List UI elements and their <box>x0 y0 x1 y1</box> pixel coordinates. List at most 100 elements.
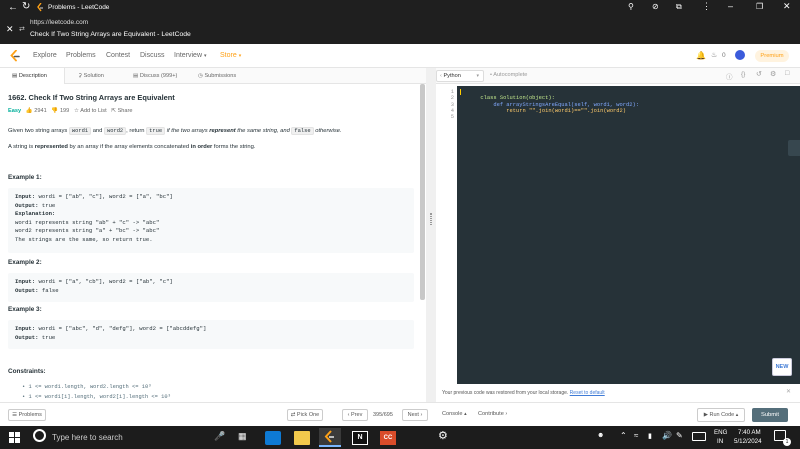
autocomplete-label: Autocomplete <box>493 72 528 78</box>
language-select[interactable]: ‹ Python ▾ <box>436 70 484 82</box>
site-settings-icon[interactable]: ⇄ <box>19 25 25 33</box>
tracking-off-icon[interactable]: ⊘ <box>652 2 659 11</box>
close-window-icon[interactable]: ✕ <box>783 1 791 12</box>
file-explorer-icon[interactable] <box>294 431 310 445</box>
desc-text: the same string, and <box>235 128 292 134</box>
example-3-block: Input: word1 = ["abc", "d", "defg"], wor… <box>8 320 414 349</box>
nav-problems[interactable]: Problems <box>66 52 96 59</box>
reload-icon[interactable]: ↻ <box>22 1 30 13</box>
thumbs-up-icon[interactable]: 👍 <box>26 108 33 114</box>
line-number: 5 <box>450 114 454 121</box>
contribute-label: Contribute <box>478 411 504 417</box>
close-tab-icon[interactable]: ✕ <box>6 24 14 35</box>
nav-store[interactable]: Store ▾ <box>220 52 241 59</box>
side-collapse-tab[interactable] <box>788 140 800 156</box>
left-scrollbar[interactable] <box>420 84 425 300</box>
windows-start-icon[interactable] <box>9 432 20 443</box>
example-1-block: Input: word1 = ["ab", "c"], word2 = ["a"… <box>8 188 414 253</box>
autocomplete-toggle[interactable]: • Autocomplete <box>490 72 527 78</box>
tab-discuss-label: Discuss (999+) <box>139 73 178 79</box>
tab-discuss[interactable]: ▤ Discuss (999+) <box>133 68 177 84</box>
thumbs-down-icon[interactable]: 👎 <box>51 108 58 114</box>
panel-splitter[interactable] <box>426 68 436 402</box>
tab-solution[interactable]: ⚳ Solution <box>78 68 104 84</box>
url-text[interactable]: https://leetcode.com <box>30 19 88 26</box>
vscode-icon[interactable] <box>265 431 281 445</box>
tray-chevron-icon[interactable]: ⌃ <box>620 431 627 440</box>
chevron-right-icon: › <box>505 411 508 417</box>
share-link[interactable]: Share <box>118 108 133 114</box>
example-line: Output: true <box>15 202 407 211</box>
problem-description-panel[interactable]: 1662. Check If Two String Arrays are Equ… <box>0 84 426 402</box>
microphone-icon[interactable]: 🎤 <box>214 431 225 442</box>
leetcode-logo-icon[interactable] <box>10 49 20 62</box>
clock-icon: ◷ <box>198 73 203 79</box>
cc-app-icon[interactable]: CC <box>380 431 396 445</box>
more-menu-icon[interactable]: ⋮ <box>702 1 711 12</box>
reset-icon[interactable]: ↺ <box>756 70 762 78</box>
console-toggle[interactable]: Console ▴ <box>442 411 467 417</box>
tab-submissions[interactable]: ◷ Submissions <box>198 68 236 84</box>
pen-icon[interactable]: ✎ <box>676 431 683 440</box>
expand-icon[interactable]: □ <box>785 70 789 77</box>
tab-description[interactable]: ▤ Description <box>0 68 65 84</box>
premium-button[interactable]: Premium <box>755 50 789 62</box>
task-view-icon[interactable]: ▦ <box>238 431 247 442</box>
language-indicator[interactable]: ENG <box>714 429 727 436</box>
extensions-icon[interactable]: ⧉ <box>676 2 682 12</box>
run-code-button[interactable]: ▶ Run Code ▴ <box>697 408 745 422</box>
browser-title-bar: ← ↻ Problems - LeetCode ⚲ ⊘ ⧉ ⋮ – ❐ ✕ <box>0 0 800 16</box>
settings-icon[interactable]: ⚙ <box>770 70 776 78</box>
fire-icon[interactable]: ♨ <box>711 51 717 59</box>
search-icon[interactable] <box>33 429 46 442</box>
close-message-icon[interactable]: ✕ <box>786 388 791 395</box>
next-button[interactable]: Next › <box>402 409 428 421</box>
keyboard-icon[interactable] <box>692 432 706 441</box>
nav-contest[interactable]: Contest <box>106 52 130 59</box>
new-badge[interactable]: NEW <box>772 358 792 376</box>
bell-icon[interactable]: 🔔 <box>696 51 706 60</box>
pick-one-button[interactable]: ⇄ Pick One <box>287 409 323 421</box>
problems-button[interactable]: ☰ Problems <box>8 409 46 421</box>
battery-icon[interactable]: ▮ <box>648 432 652 440</box>
leetcode-app-icon[interactable] <box>319 428 341 447</box>
region-indicator[interactable]: IN <box>717 438 723 445</box>
example-line: Output: true <box>15 334 407 343</box>
flask-icon: ⚳ <box>78 73 83 79</box>
run-code-label: Run Code <box>709 412 735 418</box>
prev-label: Prev <box>351 412 363 418</box>
desc-text: Given two string arrays <box>8 128 69 134</box>
wifi-icon[interactable]: ≈ <box>634 431 638 440</box>
braces-icon[interactable]: {} <box>741 71 745 78</box>
back-arrow-icon[interactable]: ← <box>8 2 18 13</box>
splitter-handle[interactable] <box>430 213 432 225</box>
chevron-left-icon: ‹ <box>347 412 350 418</box>
url-bar: ✕ ⇄ https://leetcode.com Check If Two St… <box>0 16 800 44</box>
tab-submissions-label: Submissions <box>204 73 237 79</box>
clock-time[interactable]: 7:40 AM <box>738 429 761 436</box>
restore-icon[interactable]: ❐ <box>756 2 763 11</box>
settings-gear-icon[interactable]: ⚙ <box>438 429 448 442</box>
code-editor[interactable]: class Solution(object): def arrayStrings… <box>457 86 800 384</box>
people-icon[interactable]: ☻ <box>597 432 604 439</box>
clock-date[interactable]: 5/12/2024 <box>734 438 762 445</box>
avatar[interactable] <box>735 50 745 60</box>
volume-icon[interactable]: 🔊 <box>662 431 672 440</box>
submit-button[interactable]: Submit <box>752 408 788 422</box>
prev-button[interactable]: ‹ Prev <box>342 409 368 421</box>
zoom-icon[interactable]: ⚲ <box>628 2 634 11</box>
notion-icon[interactable]: N <box>352 431 368 445</box>
add-to-list-link[interactable]: Add to List <box>80 108 106 114</box>
nav-discuss[interactable]: Discuss <box>140 52 165 59</box>
leetcode-navbar: Explore Problems Contest Discuss Intervi… <box>0 44 800 68</box>
nav-explore[interactable]: Explore <box>33 52 57 59</box>
taskbar-search-placeholder[interactable]: Type here to search <box>52 433 123 442</box>
contribute-link[interactable]: Contribute › <box>478 411 507 417</box>
info-icon[interactable]: ⓘ <box>726 71 733 81</box>
nav-interview[interactable]: Interview ▾ <box>174 52 206 59</box>
minimize-icon[interactable]: – <box>728 1 733 11</box>
example-1-heading: Example 1: <box>8 174 42 181</box>
example-line: Input: word1 = ["abc", "d", "defg"], wor… <box>15 325 407 334</box>
desc-text: if the two arrays <box>165 128 210 134</box>
reset-to-default-link[interactable]: Reset to default <box>570 390 605 396</box>
